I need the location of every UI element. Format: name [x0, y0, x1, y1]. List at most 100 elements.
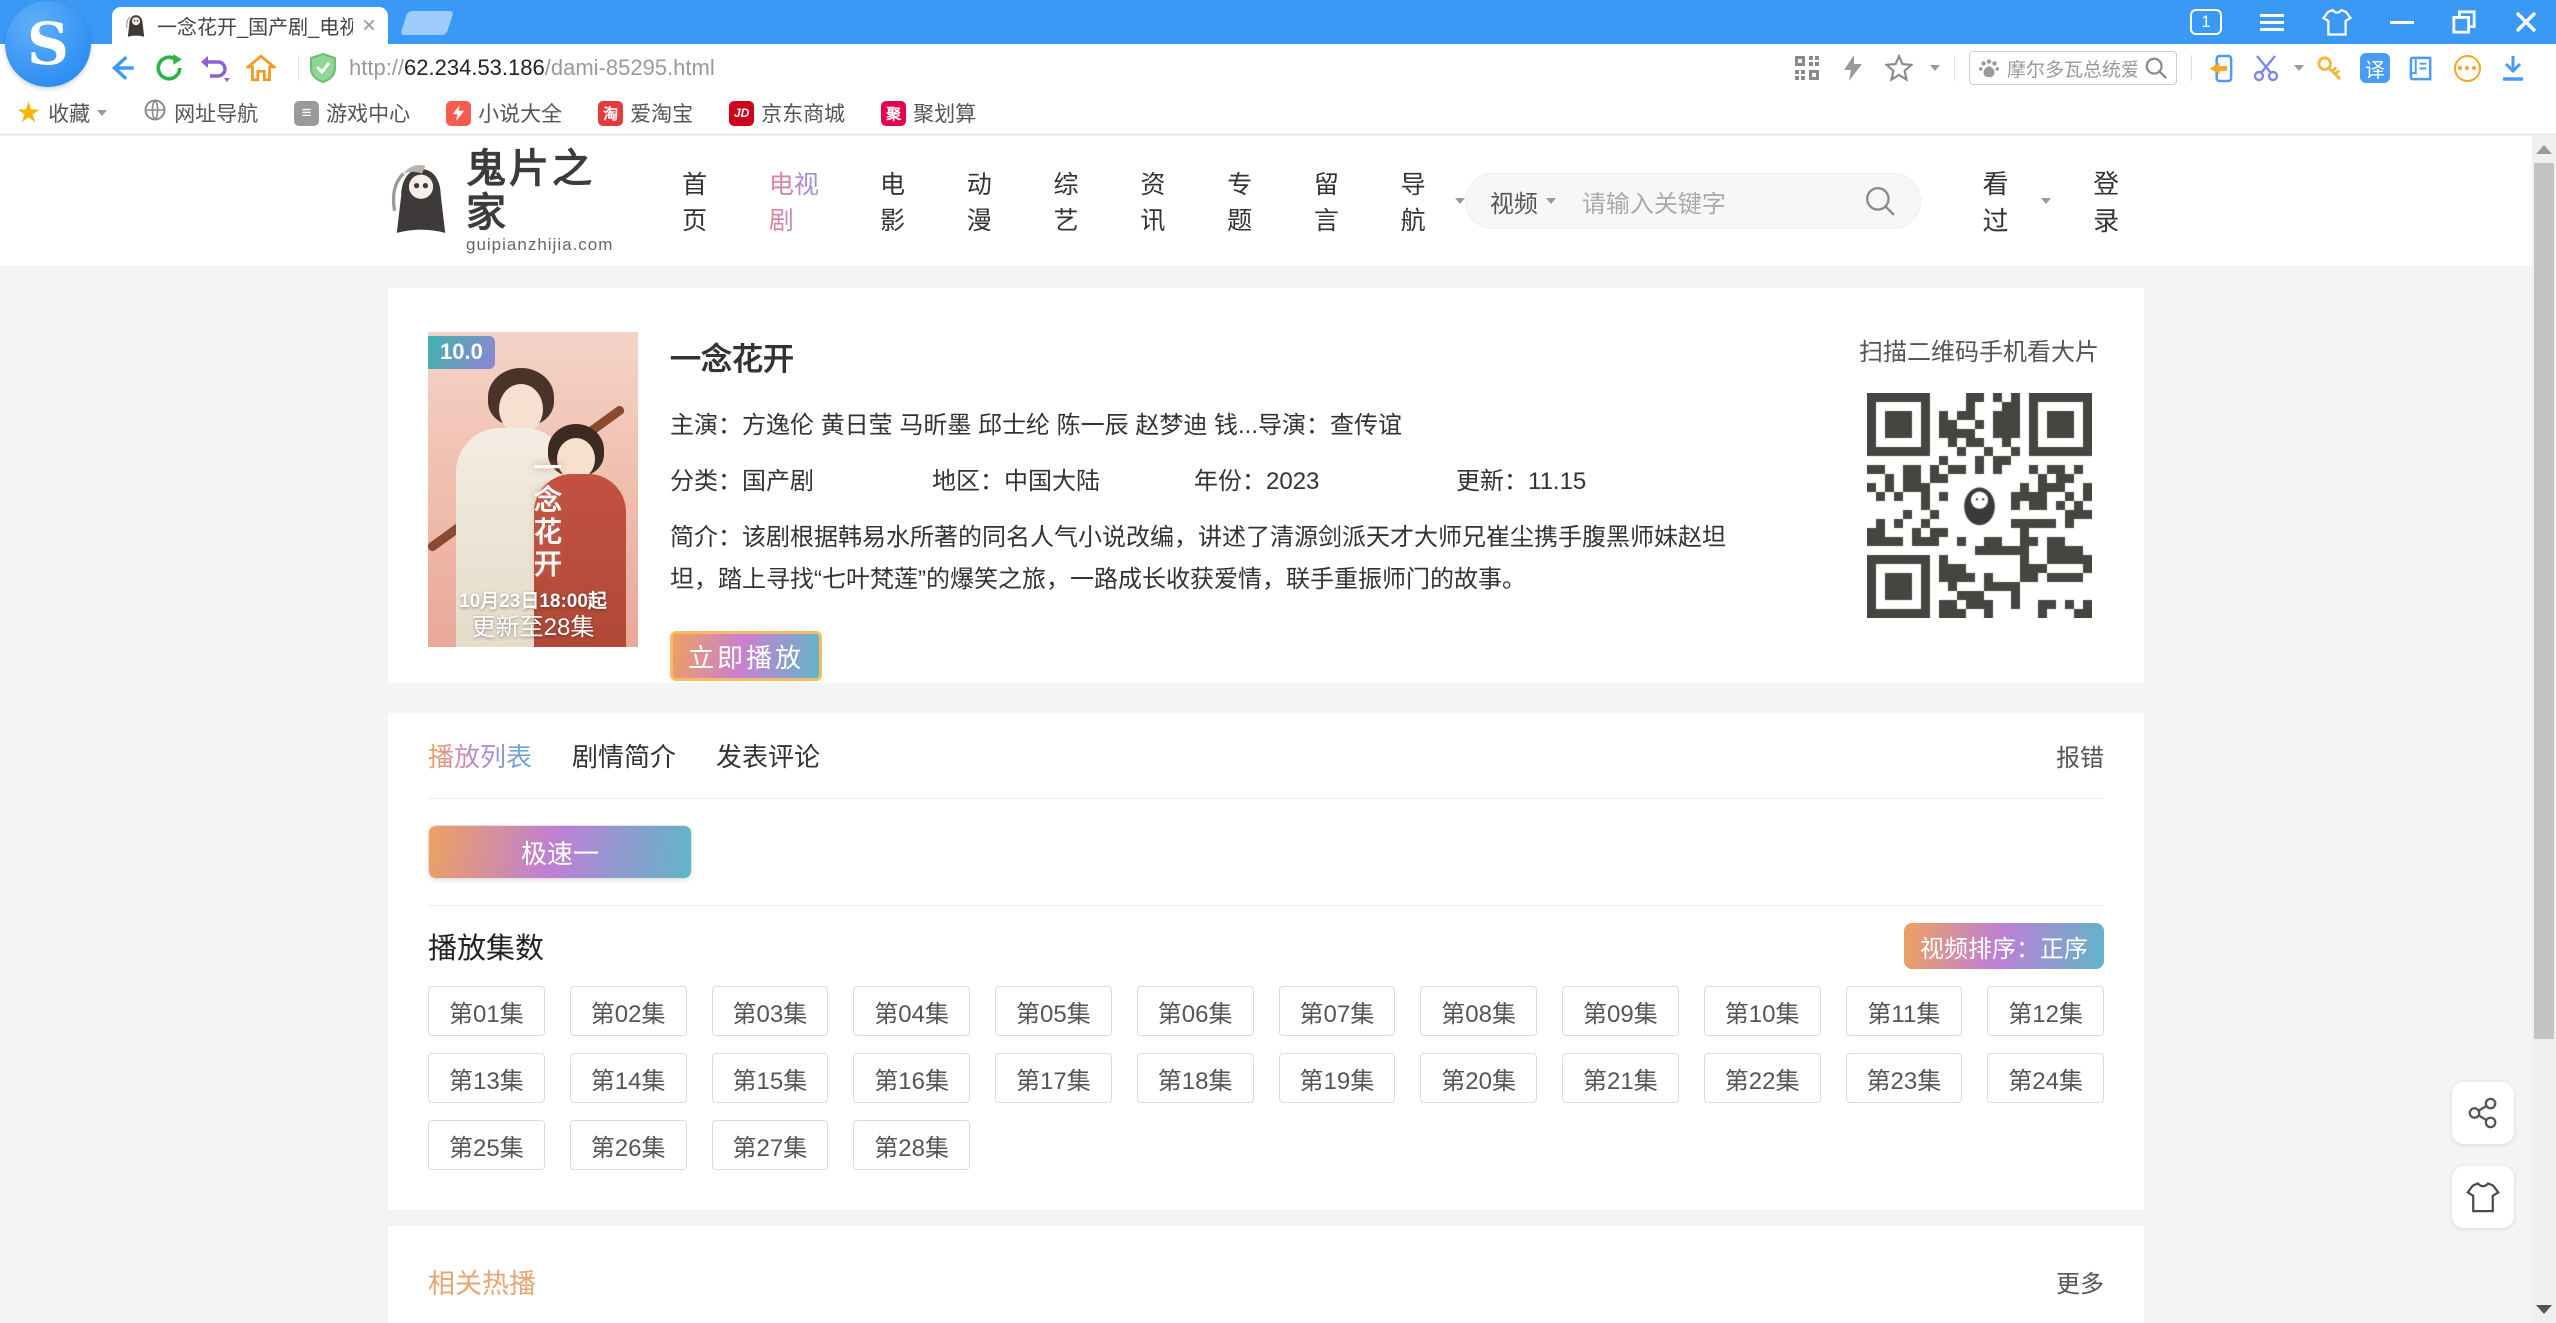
undo-icon[interactable]: [196, 49, 234, 87]
nav-item-电视剧[interactable]: 电视剧: [769, 165, 842, 237]
poster-image[interactable]: 10.0 一念花开 10月23日18:00起 更新至28集: [428, 332, 638, 647]
episode-button[interactable]: 第21集: [1562, 1053, 1679, 1103]
tab-list-button[interactable]: 1: [2190, 9, 2222, 35]
bookmark-game[interactable]: ≡游戏中心: [294, 98, 410, 128]
nav-item-综艺[interactable]: 综艺: [1054, 165, 1103, 237]
episode-button[interactable]: 第10集: [1704, 986, 1821, 1036]
hot-search-box[interactable]: 摩尔多瓦总统爱犬咬伤奥地利总统: [1969, 51, 2177, 85]
home-icon[interactable]: [242, 49, 280, 87]
favorite-star-icon[interactable]: [1880, 49, 1918, 87]
share-button[interactable]: [2452, 1082, 2514, 1144]
minimize-button[interactable]: [2390, 21, 2414, 24]
episode-button[interactable]: 第04集: [853, 986, 970, 1036]
nav-item-留言[interactable]: 留言: [1314, 165, 1363, 237]
scrollbar[interactable]: [2532, 136, 2556, 1323]
login-link[interactable]: 登录: [2093, 164, 2144, 238]
close-window-icon[interactable]: [2514, 10, 2538, 34]
security-shield-icon[interactable]: [309, 53, 337, 83]
nav-item-专题[interactable]: 专题: [1227, 165, 1276, 237]
episode-button[interactable]: 第26集: [570, 1120, 687, 1170]
episode-button[interactable]: 第17集: [995, 1053, 1112, 1103]
playlist-tab-发表评论[interactable]: 发表评论: [716, 737, 820, 774]
episode-button[interactable]: 第19集: [1279, 1053, 1396, 1103]
history-menu[interactable]: 看过: [1983, 164, 2052, 238]
playlist-tab-播放列表[interactable]: 播放列表: [428, 737, 532, 774]
episode-button[interactable]: 第13集: [428, 1053, 545, 1103]
nav-item-首页[interactable]: 首页: [682, 165, 731, 237]
nav-item-导航[interactable]: 导航: [1401, 165, 1465, 237]
skin-tshirt-icon[interactable]: [2322, 9, 2352, 36]
episode-button[interactable]: 第09集: [1562, 986, 1679, 1036]
episode-button[interactable]: 第23集: [1846, 1053, 1963, 1103]
episode-button[interactable]: 第24集: [1987, 1053, 2104, 1103]
episode-button[interactable]: 第16集: [853, 1053, 970, 1103]
episode-button[interactable]: 第07集: [1279, 986, 1396, 1036]
flash-speed-icon[interactable]: [1834, 49, 1872, 87]
nav-item-资讯[interactable]: 资讯: [1140, 165, 1189, 237]
scroll-up-icon[interactable]: [2536, 145, 2552, 154]
browser-tab[interactable]: 一念花开_国产剧_电视剧 ×: [112, 7, 388, 44]
bookmark-label: 网址导航: [174, 98, 258, 128]
episode-button[interactable]: 第12集: [1987, 986, 2104, 1036]
favorites-dropdown-icon[interactable]: [1930, 65, 1940, 71]
download-icon[interactable]: [2494, 49, 2532, 87]
bookmark-ju[interactable]: 聚聚划算: [881, 98, 976, 128]
source-button[interactable]: 极速一: [428, 825, 692, 879]
tab-close-icon[interactable]: ×: [362, 14, 376, 38]
bookmark-tao[interactable]: 淘爱淘宝: [598, 98, 693, 128]
search-magnifier-icon[interactable]: [1864, 185, 1896, 217]
site-search-box[interactable]: 视频 请输入关键字: [1465, 173, 1921, 229]
site-logo[interactable]: 鬼片之家 guipianzhijia.com: [388, 147, 634, 255]
playlist-tab-剧情简介[interactable]: 剧情简介: [572, 737, 676, 774]
qr-scan-icon[interactable]: [1788, 49, 1826, 87]
episode-button[interactable]: 第06集: [1137, 986, 1254, 1036]
scrollbar-thumb[interactable]: [2534, 163, 2554, 1039]
floating-toolbar: [2452, 1082, 2514, 1250]
nav-item-动漫[interactable]: 动漫: [967, 165, 1016, 237]
bookmark-caret-icon[interactable]: [97, 110, 107, 116]
more-link[interactable]: 更多: [2056, 1264, 2104, 1299]
play-now-button[interactable]: 立即播放: [670, 631, 822, 681]
episode-button[interactable]: 第20集: [1420, 1053, 1537, 1103]
menu-icon[interactable]: [2260, 21, 2284, 24]
episode-button[interactable]: 第27集: [712, 1120, 829, 1170]
episode-button[interactable]: 第11集: [1846, 986, 1963, 1036]
back-icon[interactable]: [104, 49, 142, 87]
episode-button[interactable]: 第08集: [1420, 986, 1537, 1036]
episode-button[interactable]: 第05集: [995, 986, 1112, 1036]
refresh-icon[interactable]: [150, 49, 188, 87]
password-key-icon[interactable]: [2310, 49, 2348, 87]
screenshot-scissors-icon[interactable]: [2248, 49, 2286, 87]
hot-search-magnifier-icon[interactable]: [2144, 56, 2168, 80]
bookmark-star[interactable]: ★收藏: [16, 98, 107, 128]
search-input[interactable]: 请输入关键字: [1582, 184, 1864, 219]
episode-button[interactable]: 第02集: [570, 986, 687, 1036]
episode-button[interactable]: 第25集: [428, 1120, 545, 1170]
restore-button[interactable]: [2452, 10, 2476, 34]
report-error-link[interactable]: 报错: [2056, 738, 2104, 773]
episode-button[interactable]: 第22集: [1704, 1053, 1821, 1103]
more-tools-icon[interactable]: [2448, 49, 2486, 87]
episode-button[interactable]: 第28集: [853, 1120, 970, 1170]
search-category-select[interactable]: 视频: [1490, 184, 1556, 219]
scroll-down-icon[interactable]: [2536, 1305, 2552, 1314]
scissors-dropdown-icon[interactable]: [2294, 65, 2304, 71]
new-tab-button[interactable]: [400, 11, 454, 35]
translate-icon[interactable]: 译: [2356, 49, 2394, 87]
sogou-browser-logo[interactable]: S: [5, 1, 91, 87]
episode-button[interactable]: 第15集: [712, 1053, 829, 1103]
cast-line: 主演：方逸伦 黄日莹 马昕墨 邱士纶 陈一辰 赵梦迪 钱...导演：查传谊: [670, 405, 1800, 440]
sort-order-button[interactable]: 视频排序：正序: [1904, 923, 2104, 969]
bookmark-novel[interactable]: 小说大全: [446, 98, 562, 128]
episode-button[interactable]: 第14集: [570, 1053, 687, 1103]
bookmark-globe[interactable]: 网址导航: [143, 98, 258, 128]
episode-button[interactable]: 第18集: [1137, 1053, 1254, 1103]
episode-button[interactable]: 第01集: [428, 986, 545, 1036]
nav-item-电影[interactable]: 电影: [880, 165, 929, 237]
send-to-phone-icon[interactable]: [2202, 49, 2240, 87]
skin-button[interactable]: [2452, 1166, 2514, 1228]
bookmark-jd[interactable]: JD京东商城: [729, 98, 845, 128]
episode-button[interactable]: 第03集: [712, 986, 829, 1036]
collection-notebook-icon[interactable]: [2402, 49, 2440, 87]
url-bar[interactable]: http://62.234.53.186/dami-85295.html: [349, 55, 715, 81]
